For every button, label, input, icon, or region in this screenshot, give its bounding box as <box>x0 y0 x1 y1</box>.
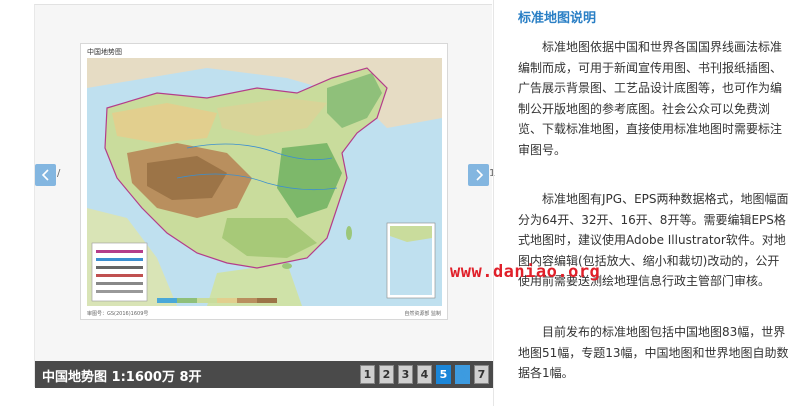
carousel-prev-button[interactable] <box>35 164 56 186</box>
map-title: 中国地势图 <box>87 48 122 56</box>
info-panel-title: 标准地图说明 <box>518 11 597 26</box>
info-paragraph-count: 目前发布的标准地图包括中国地图83幅，世界地图51幅，专题13幅，中国地图和世界… <box>518 325 789 380</box>
map-publisher: 自然资源部 监制 <box>404 311 441 317</box>
map-image[interactable]: 中国地势图 审图号：GS(2016)1609号 自然资源部 监制 <box>80 43 448 320</box>
page-button-1[interactable]: 1 <box>360 365 375 384</box>
info-panel: 标准地图说明 标准地图依据中国和世界各国国界线画法标准编制而成，可用于新闻宣传用… <box>493 0 797 406</box>
site-watermark: www.daniao.org <box>450 262 601 282</box>
map-approval-number: 审图号：GS(2016)1609号 <box>87 311 149 317</box>
chevron-left-icon <box>41 169 49 181</box>
page-button-7[interactable]: 7 <box>474 365 489 384</box>
page-button-5[interactable]: 5 <box>436 365 451 384</box>
carousel-next-button[interactable] <box>468 164 489 186</box>
page-button-4[interactable]: 4 <box>417 365 432 384</box>
carousel-pager: 1 2 3 4 5 6 7 <box>360 365 489 384</box>
left-margin <box>0 0 34 406</box>
carousel-caption: 中国地势图 1:1600万 8开 <box>42 370 202 385</box>
page-button-2[interactable]: 2 <box>379 365 394 384</box>
info-paragraph-usage: 标准地图依据中国和世界各国国界线画法标准编制而成，可用于新闻宣传用图、书刊报纸插… <box>518 40 783 157</box>
page-button-6[interactable]: 6 <box>455 365 470 384</box>
map-carousel: 中国地势图 审图号：GS(2016)1609号 自然资源部 监制 / 1 中国地… <box>34 4 495 388</box>
carousel-caption-bar: 中国地势图 1:1600万 8开 1 2 3 4 5 6 7 <box>35 361 493 388</box>
chevron-right-icon <box>475 169 483 181</box>
left-edge-mark: / <box>57 168 61 179</box>
page-button-3[interactable]: 3 <box>398 365 413 384</box>
china-terrain-map <box>87 58 442 306</box>
